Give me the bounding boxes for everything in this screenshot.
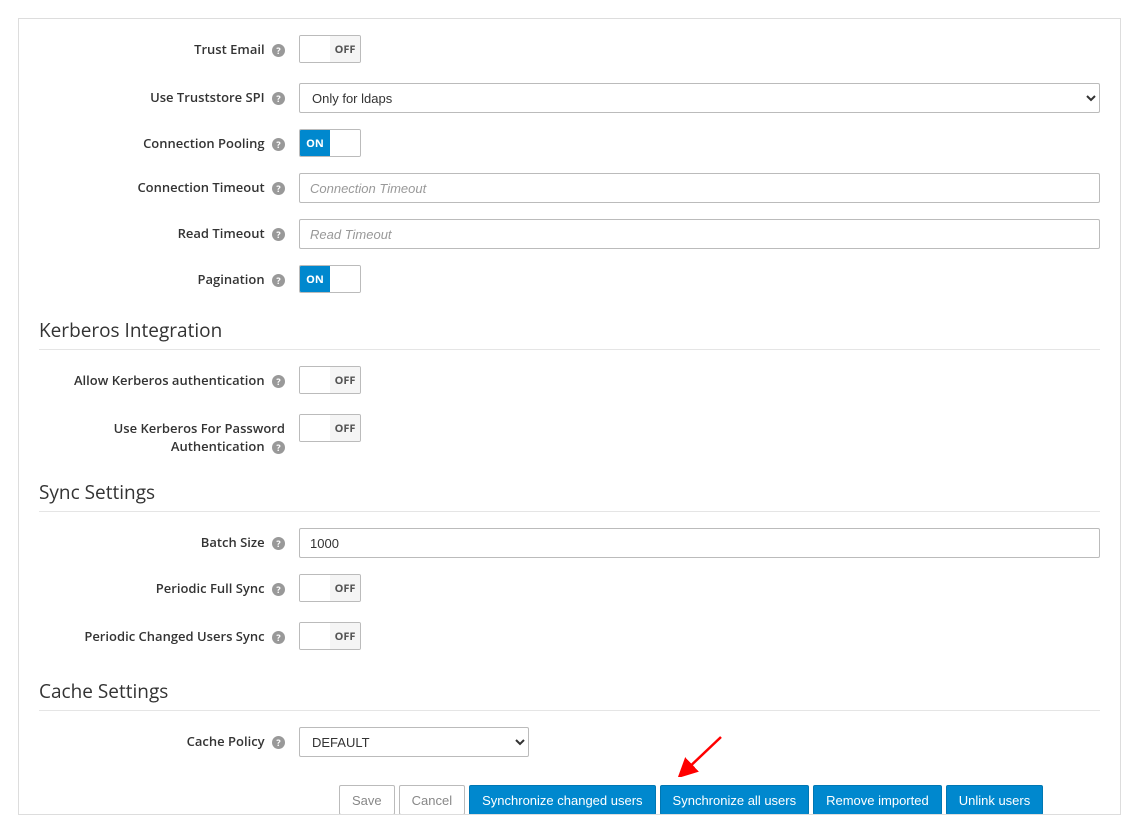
row-periodic-changed-sync: Periodic Changed Users Sync ? ON OFF bbox=[39, 622, 1100, 654]
button-row: Save Cancel Synchronize changed users Sy… bbox=[339, 785, 1100, 815]
help-icon[interactable]: ? bbox=[272, 182, 285, 195]
row-batch-size: Batch Size ? bbox=[39, 528, 1100, 558]
toggle-allow-kerberos-auth[interactable]: ON OFF bbox=[299, 366, 361, 394]
label-trust-email: Trust Email ? bbox=[39, 35, 299, 58]
section-cache-settings: Cache Settings bbox=[39, 678, 1100, 711]
label-pagination: Pagination ? bbox=[39, 265, 299, 288]
label-connection-timeout: Connection Timeout ? bbox=[39, 173, 299, 196]
unlink-users-button[interactable]: Unlink users bbox=[946, 785, 1044, 815]
help-icon[interactable]: ? bbox=[272, 92, 285, 105]
input-connection-timeout[interactable] bbox=[299, 173, 1100, 203]
toggle-use-kerberos-password[interactable]: ON OFF bbox=[299, 414, 361, 442]
row-connection-timeout: Connection Timeout ? bbox=[39, 173, 1100, 203]
input-batch-size[interactable] bbox=[299, 528, 1100, 558]
sync-changed-users-button[interactable]: Synchronize changed users bbox=[469, 785, 655, 815]
toggle-periodic-full-sync[interactable]: ON OFF bbox=[299, 574, 361, 602]
help-icon[interactable]: ? bbox=[272, 441, 285, 454]
row-truststore-spi: Use Truststore SPI ? Only for ldaps bbox=[39, 83, 1100, 113]
label-periodic-changed-sync: Periodic Changed Users Sync ? bbox=[39, 622, 299, 645]
cancel-button[interactable]: Cancel bbox=[399, 785, 465, 815]
help-icon[interactable]: ? bbox=[272, 228, 285, 241]
toggle-connection-pooling[interactable]: ON OFF bbox=[299, 129, 361, 157]
row-cache-policy: Cache Policy ? DEFAULT bbox=[39, 727, 1100, 757]
label-truststore-spi: Use Truststore SPI ? bbox=[39, 83, 299, 106]
label-cache-policy: Cache Policy ? bbox=[39, 727, 299, 750]
row-read-timeout: Read Timeout ? bbox=[39, 219, 1100, 249]
label-batch-size: Batch Size ? bbox=[39, 528, 299, 551]
remove-imported-button[interactable]: Remove imported bbox=[813, 785, 942, 815]
label-periodic-full-sync: Periodic Full Sync ? bbox=[39, 574, 299, 597]
toggle-periodic-changed-sync[interactable]: ON OFF bbox=[299, 622, 361, 650]
section-sync-settings: Sync Settings bbox=[39, 479, 1100, 512]
sync-all-users-button[interactable]: Synchronize all users bbox=[660, 785, 810, 815]
label-allow-kerberos-auth: Allow Kerberos authentication ? bbox=[39, 366, 299, 389]
select-truststore-spi[interactable]: Only for ldaps bbox=[299, 83, 1100, 113]
row-pagination: Pagination ? ON OFF bbox=[39, 265, 1100, 293]
settings-panel: Trust Email ? ON OFF Use Truststore SPI … bbox=[18, 18, 1121, 815]
row-connection-pooling: Connection Pooling ? ON OFF bbox=[39, 129, 1100, 157]
help-icon[interactable]: ? bbox=[272, 138, 285, 151]
help-icon[interactable]: ? bbox=[272, 274, 285, 287]
section-kerberos-integration: Kerberos Integration bbox=[39, 317, 1100, 350]
input-read-timeout[interactable] bbox=[299, 219, 1100, 249]
row-use-kerberos-password: Use Kerberos For Password Authentication… bbox=[39, 414, 1100, 455]
row-allow-kerberos-auth: Allow Kerberos authentication ? ON OFF bbox=[39, 366, 1100, 398]
row-trust-email: Trust Email ? ON OFF bbox=[39, 35, 1100, 67]
help-icon[interactable]: ? bbox=[272, 44, 285, 57]
help-icon[interactable]: ? bbox=[272, 736, 285, 749]
help-icon[interactable]: ? bbox=[272, 375, 285, 388]
help-icon[interactable]: ? bbox=[272, 537, 285, 550]
label-connection-pooling: Connection Pooling ? bbox=[39, 129, 299, 152]
row-periodic-full-sync: Periodic Full Sync ? ON OFF bbox=[39, 574, 1100, 606]
toggle-pagination[interactable]: ON OFF bbox=[299, 265, 361, 293]
save-button[interactable]: Save bbox=[339, 785, 395, 815]
help-icon[interactable]: ? bbox=[272, 583, 285, 596]
help-icon[interactable]: ? bbox=[272, 631, 285, 644]
label-read-timeout: Read Timeout ? bbox=[39, 219, 299, 242]
label-use-kerberos-password: Use Kerberos For Password Authentication… bbox=[39, 414, 299, 455]
select-cache-policy[interactable]: DEFAULT bbox=[299, 727, 529, 757]
toggle-trust-email[interactable]: ON OFF bbox=[299, 35, 361, 63]
